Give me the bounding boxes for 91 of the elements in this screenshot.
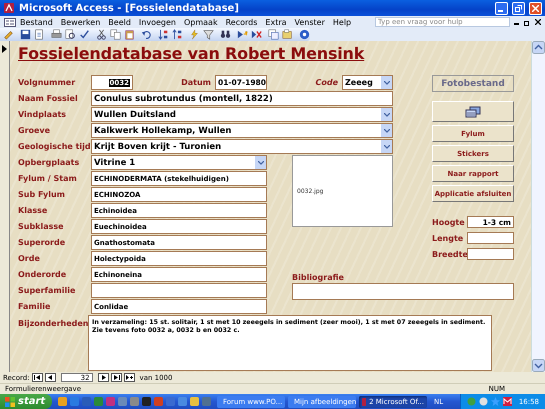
previous-record-button[interactable] — [44, 373, 56, 382]
form-icon[interactable] — [4, 18, 16, 26]
current-record-icon — [2, 45, 7, 53]
window-title: Microsoft Access - [Fossielendatabase] — [19, 2, 240, 14]
field-label: Orde — [18, 254, 41, 263]
form-title: Fossielendatabase van Robert Mensink — [18, 44, 364, 63]
photo-button[interactable] — [432, 101, 514, 122]
dropdown-field[interactable]: Krijt Boven krijt - Turonien — [91, 139, 393, 154]
restore-button[interactable] — [512, 2, 525, 14]
field-label: Klasse — [18, 206, 48, 215]
gallery-icon — [465, 106, 481, 118]
printer-icon[interactable] — [51, 29, 62, 40]
menu-item[interactable]: Invoegen — [134, 18, 180, 26]
field-label: Bijzonderheden — [18, 319, 90, 328]
scroll-down-icon[interactable] — [532, 359, 545, 372]
field-label: Volgnummer — [18, 78, 76, 87]
document-icon[interactable] — [34, 29, 45, 40]
field-label: Geologische tijd — [18, 142, 91, 151]
section-heading: Fotobestand — [432, 75, 514, 92]
delete-record-icon[interactable] — [251, 29, 262, 40]
sort-descending-icon[interactable] — [172, 29, 183, 40]
close-button[interactable] — [535, 19, 541, 25]
app-icon — [3, 2, 15, 14]
start-button[interactable]: start — [0, 394, 52, 409]
minimize-button[interactable] — [495, 2, 508, 14]
field-label: Code — [315, 78, 338, 87]
app-icon — [362, 398, 366, 406]
undo-icon[interactable] — [141, 29, 152, 40]
first-record-button[interactable] — [32, 373, 43, 382]
code-dropdown[interactable]: Zeeeg — [342, 75, 393, 90]
floppy-icon[interactable] — [20, 29, 31, 40]
star-icon[interactable] — [490, 397, 500, 406]
next-record-button[interactable] — [98, 373, 109, 382]
binoculars-icon[interactable] — [220, 29, 231, 40]
menu-item[interactable]: Opmaak — [180, 18, 222, 26]
text-field[interactable] — [292, 283, 514, 300]
field-label: Hoogte — [432, 218, 466, 226]
text-field[interactable] — [467, 232, 514, 244]
new-record-button[interactable] — [124, 373, 135, 382]
window-icon[interactable] — [268, 29, 279, 40]
windows-logo-icon — [5, 396, 15, 406]
sort-ascending-icon[interactable] — [158, 29, 169, 40]
mail-icon[interactable] — [502, 397, 512, 406]
record-selector[interactable] — [0, 41, 10, 372]
clipboard-icon[interactable] — [124, 29, 135, 40]
last-record-icon — [112, 375, 120, 380]
field-label: Datum — [181, 78, 211, 87]
menu-item[interactable]: Help — [328, 18, 356, 26]
text-field[interactable]: Conulus subrotundus (montell, 1822) — [91, 91, 393, 106]
dropdown-field[interactable]: Kalkwerk Hollekamp, Wullen — [91, 123, 393, 138]
menu-item[interactable]: Bestand — [16, 18, 57, 26]
scroll-up-icon[interactable] — [532, 41, 545, 54]
field-label: Subklasse — [18, 222, 65, 231]
field-label: Bibliografie — [292, 273, 345, 282]
menu-item[interactable]: Records — [222, 18, 262, 26]
text-field[interactable] — [91, 283, 267, 298]
field-label: Breedte — [432, 250, 467, 258]
menu-item[interactable]: Beeld — [104, 18, 135, 26]
new-object-icon[interactable] — [282, 29, 293, 40]
field-label: Naam Fossiel — [18, 94, 79, 103]
new-record-icon[interactable] — [237, 29, 248, 40]
previous-record-icon — [46, 375, 54, 380]
scrollbar[interactable] — [531, 41, 545, 372]
field-label: Superfamilie — [18, 286, 76, 295]
scissors-icon[interactable] — [96, 29, 107, 40]
restore-icon — [515, 4, 522, 12]
field-label: Groeve — [18, 126, 52, 135]
text-field[interactable] — [467, 248, 514, 260]
restore-button[interactable] — [524, 18, 531, 26]
field-label: Vindplaats — [18, 110, 68, 119]
field-label: Sub Fylum — [18, 190, 66, 199]
help-icon[interactable] — [299, 29, 310, 40]
field-label: Superorde — [18, 238, 66, 247]
new-record-icon — [126, 375, 133, 380]
field-label: Onderorde — [18, 270, 68, 279]
copy-icon[interactable] — [110, 29, 121, 40]
menu-item[interactable]: Bewerken — [56, 18, 104, 26]
last-record-button[interactable] — [110, 373, 122, 382]
menu-item[interactable]: Venster — [290, 18, 329, 26]
checkmark-icon[interactable] — [79, 29, 90, 40]
menu-item[interactable]: Extra — [261, 18, 291, 26]
magnifier-icon[interactable] — [65, 29, 76, 40]
first-record-icon — [34, 375, 41, 380]
dropdown-field[interactable]: Wullen Duitsland — [91, 107, 393, 122]
field-label: Familie — [18, 302, 52, 311]
field-label: Lengte — [432, 234, 464, 242]
next-record-icon — [100, 375, 107, 380]
close-icon — [532, 4, 539, 12]
dropdown-field[interactable]: Vitrine 1 — [91, 155, 267, 170]
field-label: Fylum / Stam — [18, 174, 78, 183]
field-label: Opbergplaats — [18, 158, 80, 167]
